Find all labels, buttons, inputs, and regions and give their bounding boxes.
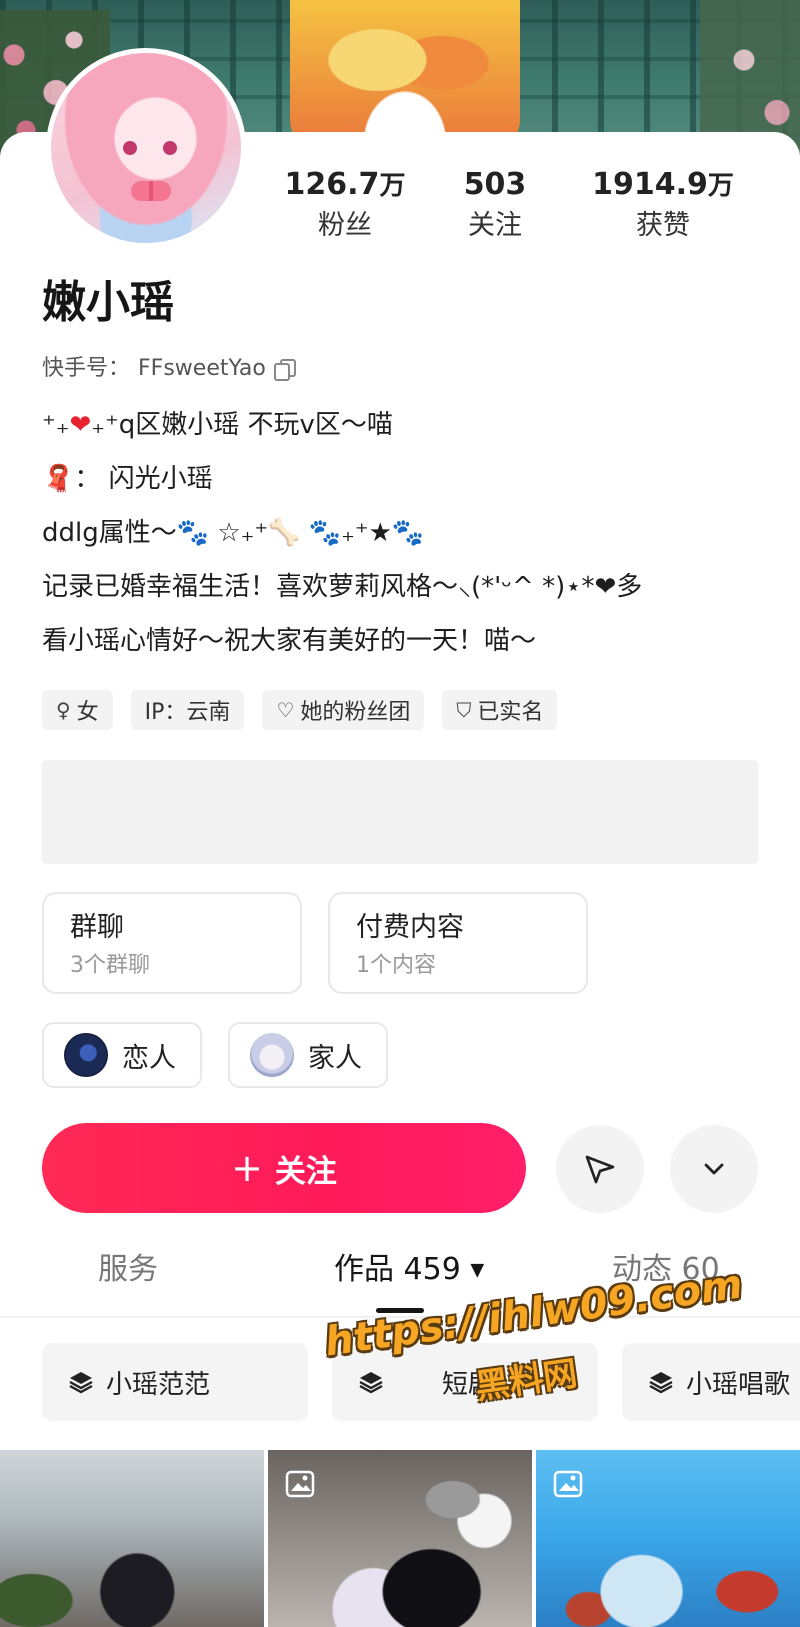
stat-likes-unit: 万 xyxy=(707,171,734,201)
tag-ip: IP：云南 xyxy=(130,690,245,730)
bio-line-2-text: ： 闪光小瑶 xyxy=(74,464,213,494)
collection-singing-label: 小瑶唱歌 xyxy=(686,1369,791,1400)
stat-fans-number: 126.7 xyxy=(284,167,380,202)
relation-family-label: 家人 xyxy=(308,1042,362,1074)
scarf-icon: 🧣 xyxy=(42,464,75,494)
fan-club-heart-icon: ♡ xyxy=(276,698,295,722)
bio-line-1-text: ₊⁺q区嫩小瑶 不玩v区～喵 xyxy=(91,410,393,440)
stat-following[interactable]: 503 关注 xyxy=(445,165,545,246)
collections-row: 小瑶范范 短剧 小瑶唱歌 xyxy=(42,1343,800,1423)
heart-icon: ❤ xyxy=(69,410,92,440)
profile-name: 嫩小瑶 xyxy=(42,277,174,328)
paid-content-title: 付费内容 xyxy=(356,912,464,943)
copy-icon[interactable] xyxy=(273,359,296,381)
caret-down-icon: ▼ xyxy=(470,1259,485,1281)
collection-fanfan[interactable]: 小瑶范范 xyxy=(42,1343,308,1421)
tab-moments[interactable]: 动态 60 xyxy=(612,1240,720,1300)
bio-line-2: 🧣： 闪光小瑶 xyxy=(42,452,762,506)
tag-ip-label: IP：云南 xyxy=(144,700,231,725)
photo-album-icon xyxy=(285,1470,315,1498)
banner-roses-right xyxy=(700,0,800,150)
works-grid xyxy=(0,1450,800,1627)
send-icon xyxy=(585,1155,615,1184)
profile-tags: ♀ 女 IP：云南 ♡ 她的粉丝团 ⛉ 已实名 xyxy=(42,690,558,730)
collection-drama[interactable]: 短剧 xyxy=(332,1343,598,1421)
lover-avatar xyxy=(64,1033,108,1077)
stat-likes-label: 获赞 xyxy=(636,210,690,241)
collection-drama-label: 短剧 xyxy=(442,1369,495,1400)
stat-fans-value: 126.7万 xyxy=(270,165,420,206)
relation-lover-label: 恋人 xyxy=(122,1042,176,1074)
photo-album-icon xyxy=(553,1470,583,1498)
stat-following-value: 503 xyxy=(445,165,545,206)
profile-stats: 126.7万 粉丝 503 关注 1914.9万 获赞 xyxy=(270,165,770,255)
stat-likes[interactable]: 1914.9万 获赞 xyxy=(588,165,738,246)
tag-fan-club-label: 她的粉丝团 xyxy=(300,700,411,725)
profile-tabs: 服务 作品 459 ▼ 动态 60 xyxy=(0,1240,800,1312)
tabs-divider xyxy=(0,1316,800,1318)
group-chat-title: 群聊 xyxy=(70,912,124,943)
bio-line-4: 记录已婚幸福生活！喜欢萝莉风格～⸜(*'ᵕ^ *)⋆*❤多 xyxy=(42,572,643,602)
stat-fans[interactable]: 126.7万 粉丝 xyxy=(270,165,420,246)
group-chat-count: 3个群聊 xyxy=(70,953,150,978)
stat-likes-number: 1914.9 xyxy=(592,167,708,202)
active-tab-indicator xyxy=(376,1308,424,1313)
content-placeholder xyxy=(42,760,758,864)
bio-line-1: ⁺₊❤₊⁺q区嫩小瑶 不玩v区～喵 xyxy=(42,398,762,452)
layers-icon xyxy=(69,1372,93,1394)
more-dropdown-button[interactable] xyxy=(670,1125,758,1213)
kuaishou-id-label: 快手号： xyxy=(42,356,131,381)
avatar-bow xyxy=(131,181,171,201)
tag-verified-label: 已实名 xyxy=(477,700,544,725)
relation-family[interactable]: 家人 xyxy=(228,1022,388,1088)
plus-icon: + xyxy=(231,1146,263,1190)
paid-content-card[interactable]: 付费内容 1个内容 xyxy=(328,892,588,994)
stat-following-number: 503 xyxy=(463,167,527,202)
collection-fanfan-label: 小瑶范范 xyxy=(106,1369,211,1400)
profile-bio: ⁺₊❤₊⁺q区嫩小瑶 不玩v区～喵 🧣： 闪光小瑶 ddlg属性～🐾 ☆₊⁺🦴 … xyxy=(42,398,762,668)
bio-line-1-prefix: ⁺₊ xyxy=(42,410,70,440)
follow-button[interactable]: + 关注 xyxy=(42,1123,526,1213)
stat-following-label: 关注 xyxy=(468,210,522,241)
layers-icon xyxy=(649,1372,673,1394)
work-thumbnail[interactable] xyxy=(268,1450,532,1627)
bio-line-3: ddlg属性～🐾 ☆₊⁺🦴 🐾₊⁺★🐾 xyxy=(42,518,425,548)
shield-icon: ⛉ xyxy=(456,698,472,722)
avatar-eye-right xyxy=(163,141,177,155)
collection-singing[interactable]: 小瑶唱歌 xyxy=(622,1343,800,1421)
kuaishou-id-row[interactable]: 快手号： FFsweetYao xyxy=(42,354,296,384)
tag-gender: ♀ 女 xyxy=(42,690,113,730)
follow-label: 关注 xyxy=(274,1153,337,1190)
paid-content-count: 1个内容 xyxy=(356,953,436,978)
family-avatar xyxy=(250,1033,294,1077)
stat-fans-unit: 万 xyxy=(379,171,406,201)
banner-anime-art xyxy=(290,0,520,150)
relation-lover[interactable]: 恋人 xyxy=(42,1022,202,1088)
tab-works-label: 作品 459 xyxy=(334,1252,461,1287)
avatar[interactable] xyxy=(46,48,246,248)
layers-icon xyxy=(359,1372,383,1394)
bio-line-5: 看小瑶心情好～祝大家有美好的一天！喵～ xyxy=(42,626,537,656)
stat-fans-label: 粉丝 xyxy=(318,210,372,241)
tab-works[interactable]: 作品 459 ▼ xyxy=(334,1240,484,1301)
chevron-down-icon xyxy=(704,1163,724,1175)
send-message-button[interactable] xyxy=(556,1125,644,1213)
tag-verified[interactable]: ⛉ 已实名 xyxy=(442,690,558,730)
tag-gender-label: 女 xyxy=(76,700,99,725)
work-thumbnail[interactable] xyxy=(0,1450,264,1627)
tab-services[interactable]: 服务 xyxy=(98,1240,158,1300)
stat-likes-value: 1914.9万 xyxy=(588,165,738,206)
work-thumbnail[interactable] xyxy=(536,1450,800,1627)
kuaishou-id-value: FFsweetYao xyxy=(138,356,266,381)
avatar-eye-left xyxy=(123,141,137,155)
female-icon: ♀ xyxy=(56,698,71,722)
tag-fan-club[interactable]: ♡ 她的粉丝团 xyxy=(262,690,425,730)
group-chat-card[interactable]: 群聊 3个群聊 xyxy=(42,892,302,994)
